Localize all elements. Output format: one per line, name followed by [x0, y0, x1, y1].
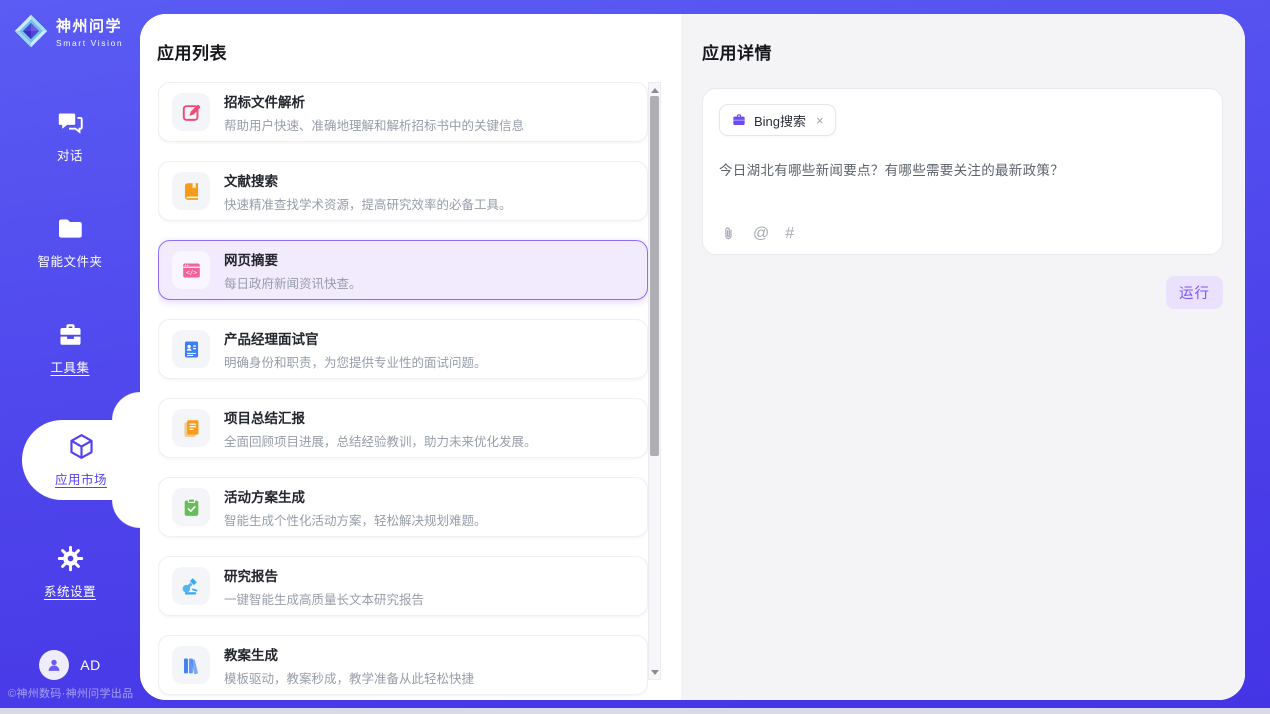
app-card-lesson-plan[interactable]: 教案生成 模板驱动，教案秒成，教学准备从此轻松快捷 [158, 635, 648, 695]
browser-code-icon [172, 251, 210, 289]
book-icon [172, 172, 210, 210]
briefcase-icon [731, 112, 747, 128]
microscope-icon [172, 567, 210, 605]
brand-name: 神州问学 [56, 15, 123, 36]
brand-tagline: Smart Vision [56, 38, 123, 48]
app-card-title: 研究报告 [224, 565, 424, 585]
sidebar-item-system-settings[interactable]: 系统设置 [0, 538, 140, 606]
bottom-strip [0, 708, 1270, 714]
scroll-down-icon[interactable] [649, 666, 660, 678]
prompt-toolbar: @ # [720, 225, 794, 242]
app-card-title: 网页摘要 [224, 249, 362, 269]
app-card-literature-search[interactable]: 文献搜索 快速精准查找学术资源，提高研究效率的必备工具。 [158, 161, 648, 221]
chat-icon [56, 108, 85, 137]
app-card-desc: 快速精准查找学术资源，提高研究效率的必备工具。 [224, 194, 512, 213]
gear-icon [56, 544, 85, 573]
user-account[interactable]: AD [0, 650, 140, 680]
app-card-title: 文献搜索 [224, 170, 512, 190]
sidebar-item-app-market[interactable]: 应用市场 [22, 420, 140, 500]
query-text[interactable]: 今日湖北有哪些新闻要点？有哪些需要关注的最新政策？ [719, 159, 1206, 179]
app-list-panel: 应用列表 招标文件解析 帮助用户快速、准确地理解和解析招标书中的关键信息 文献搜… [140, 14, 681, 700]
app-card-title: 教案生成 [224, 644, 474, 664]
scrollbar[interactable] [648, 82, 661, 680]
sidebar-item-chat[interactable]: 对话 [0, 102, 140, 170]
app-card-project-summary[interactable]: 项目总结汇报 全面回顾项目进展，总结经验教训，助力未来优化发展。 [158, 398, 648, 458]
app-detail-panel: 应用详情 Bing搜索 × 今日湖北有哪些新闻要点？有哪些需要关注的最新政策？ … [681, 14, 1245, 700]
cube-icon [67, 432, 96, 461]
app-card-title: 项目总结汇报 [224, 407, 537, 427]
scrollbar-thumb[interactable] [650, 96, 659, 456]
app-card-desc: 全面回顾项目进展，总结经验教训，助力未来优化发展。 [224, 431, 537, 450]
pen-square-icon [172, 93, 210, 131]
copyright-text: ©神州数码·神州问学出品 [8, 685, 133, 701]
main-surface: 应用列表 招标文件解析 帮助用户快速、准确地理解和解析招标书中的关键信息 文献搜… [140, 14, 1245, 700]
app-card-event-plan[interactable]: 活动方案生成 智能生成个性化活动方案，轻松解决规划难题。 [158, 477, 648, 537]
sidebar-item-toolset[interactable]: 工具集 [0, 314, 140, 382]
app-card-title: 活动方案生成 [224, 486, 487, 506]
books-icon [172, 646, 210, 684]
prompt-card[interactable]: Bing搜索 × 今日湖北有哪些新闻要点？有哪些需要关注的最新政策？ @ # [702, 88, 1223, 255]
app-card-desc: 模板驱动，教案秒成，教学准备从此轻松快捷 [224, 668, 474, 687]
chip-close-icon[interactable]: × [816, 113, 824, 128]
folder-icon [56, 214, 85, 243]
tool-chip-bing-search[interactable]: Bing搜索 × [719, 104, 836, 136]
toolbox-icon [56, 320, 85, 349]
app-card-desc: 智能生成个性化活动方案，轻松解决规划难题。 [224, 510, 487, 529]
scroll-up-icon[interactable] [649, 84, 660, 96]
app-card-pm-interviewer[interactable]: 产品经理面试官 明确身份和职责，为您提供专业性的面试问题。 [158, 319, 648, 379]
user-initials: AD [80, 657, 100, 673]
hash-icon[interactable]: # [785, 226, 794, 242]
clipboard-check-icon [172, 488, 210, 526]
brand-logo: 神州问学 Smart Vision [13, 13, 123, 49]
report-icon [172, 409, 210, 447]
app-card-title: 招标文件解析 [224, 91, 524, 111]
sidebar: 神州问学 Smart Vision 对话 智能文件夹 工具集 应用市场 系统设置… [0, 0, 140, 708]
app-card-web-summary[interactable]: 网页摘要 每日政府新闻资讯快查。 [158, 240, 648, 300]
app-card-title: 产品经理面试官 [224, 328, 487, 348]
at-icon[interactable]: @ [753, 226, 769, 242]
app-card-bid-doc-analysis[interactable]: 招标文件解析 帮助用户快速、准确地理解和解析招标书中的关键信息 [158, 82, 648, 142]
person-icon [45, 656, 63, 674]
run-row: 运行 [702, 276, 1223, 309]
avatar [39, 650, 69, 680]
app-list: 招标文件解析 帮助用户快速、准确地理解和解析招标书中的关键信息 文献搜索 快速精… [158, 82, 648, 700]
run-button[interactable]: 运行 [1166, 276, 1223, 309]
sidebar-item-smart-folder[interactable]: 智能文件夹 [0, 208, 140, 276]
app-card-desc: 明确身份和职责，为您提供专业性的面试问题。 [224, 352, 487, 371]
paperclip-icon[interactable] [720, 225, 737, 242]
app-card-desc: 每日政府新闻资讯快查。 [224, 273, 362, 292]
app-card-desc: 一键智能生成高质量长文本研究报告 [224, 589, 424, 608]
app-card-desc: 帮助用户快速、准确地理解和解析招标书中的关键信息 [224, 115, 524, 134]
app-card-research-report[interactable]: 研究报告 一键智能生成高质量长文本研究报告 [158, 556, 648, 616]
resume-icon [172, 330, 210, 368]
app-detail-title: 应用详情 [702, 39, 1223, 64]
app-list-title: 应用列表 [157, 39, 227, 64]
brand-diamond-icon [13, 13, 49, 49]
tool-chip-label: Bing搜索 [754, 111, 806, 130]
sidebar-nav: 对话 智能文件夹 工具集 应用市场 系统设置 [0, 102, 140, 606]
